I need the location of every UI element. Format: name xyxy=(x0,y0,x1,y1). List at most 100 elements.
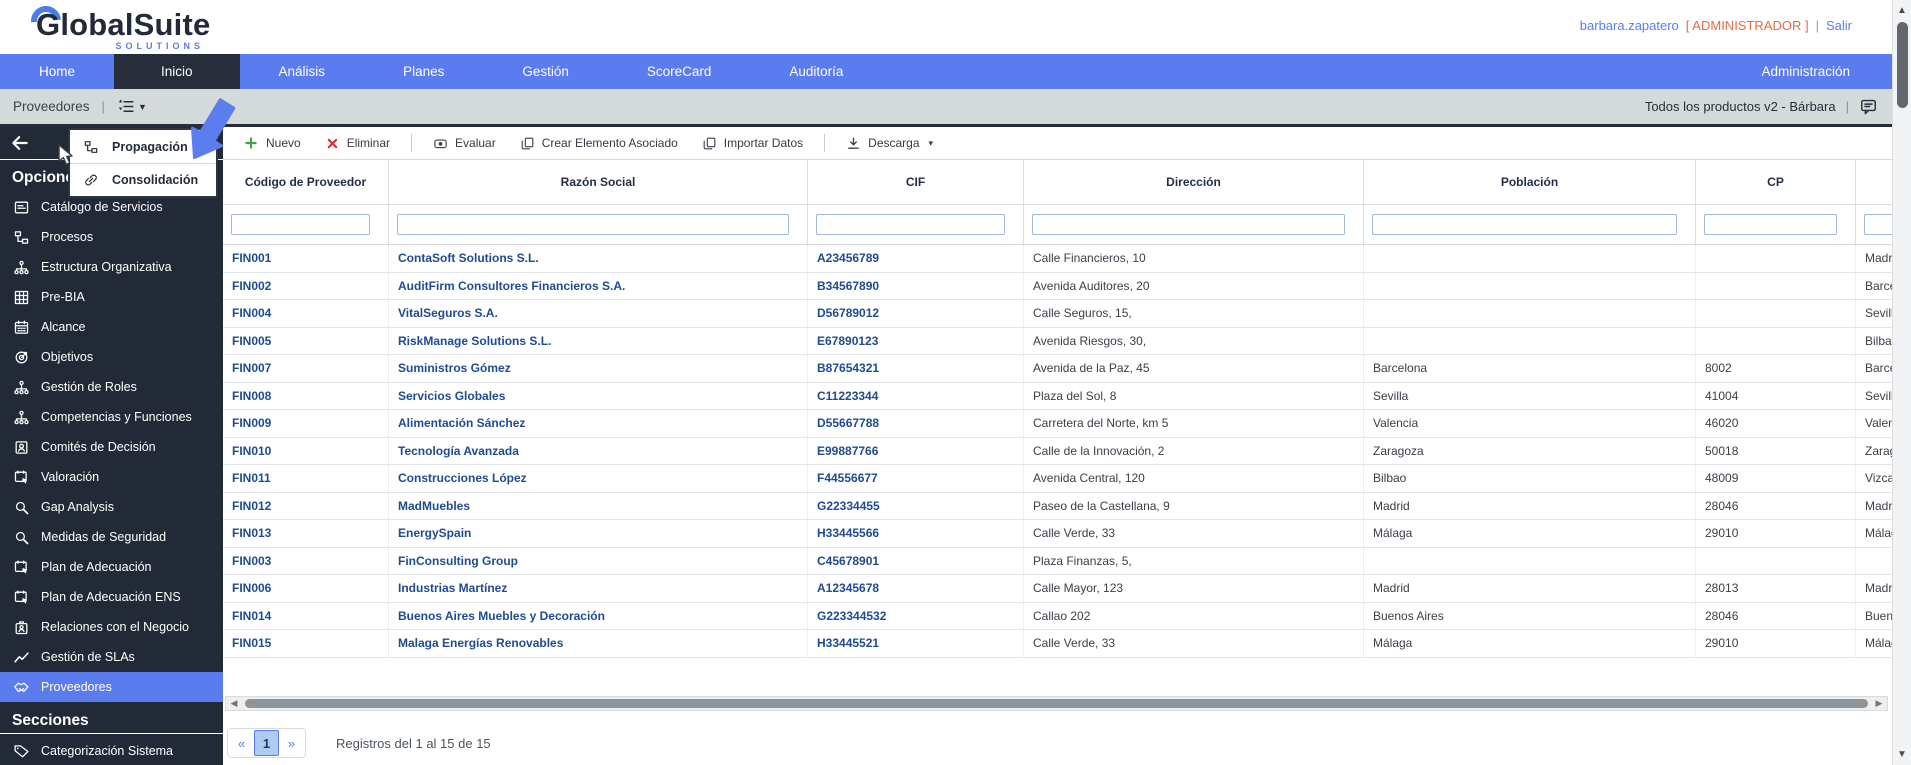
pagination-page-1-button[interactable]: 1 xyxy=(254,730,279,756)
cell-cif[interactable]: A23456789 xyxy=(808,245,1024,272)
table-row[interactable]: FIN013 EnergySpain H33445566 Calle Verde, 3… xyxy=(223,520,1892,548)
sidebar-item-comites-de-decision[interactable]: Comités de Decisión xyxy=(0,432,223,462)
menu-item-consolidacion[interactable]: Consolidación xyxy=(70,163,216,196)
sidebar-item-relaciones-con-el-negocio[interactable]: Relaciones con el Negocio xyxy=(0,612,223,642)
cell-razon-social[interactable]: RiskManage Solutions S.L. xyxy=(389,327,808,354)
sidebar-item-competencias-y-funciones[interactable]: Competencias y Funciones xyxy=(0,402,223,432)
cell-razon-social[interactable]: Alimentación Sánchez xyxy=(389,410,808,437)
cell-codigo-de-proveedor[interactable]: FIN009 xyxy=(223,410,389,437)
toolbar-eliminar-button[interactable]: Eliminar xyxy=(315,136,400,151)
cell-codigo-de-proveedor[interactable]: FIN011 xyxy=(223,465,389,492)
cell-razon-social[interactable]: ContaSoft Solutions S.L. xyxy=(389,245,808,272)
cell-cif[interactable]: F44556677 xyxy=(808,465,1024,492)
nav-item-planes[interactable]: Planes xyxy=(364,54,483,89)
sidebar-item-alcance[interactable]: Alcance xyxy=(0,312,223,342)
filter-input-direccion[interactable] xyxy=(1032,214,1345,235)
nav-item-analisis[interactable]: Análisis xyxy=(240,54,365,89)
cell-razon-social[interactable]: Buenos Aires Muebles y Decoración xyxy=(389,602,808,629)
vertical-scrollbar[interactable]: ▲ ▼ xyxy=(1892,0,1911,765)
sidebar-item-gestion-de-slas[interactable]: Gestión de SLAs xyxy=(0,642,223,672)
nav-item-administracion[interactable]: Administración xyxy=(1719,54,1892,89)
sidebar-item-gap-analysis[interactable]: Gap Analysis xyxy=(0,492,223,522)
table-row[interactable]: FIN002 AuditFirm Consultores Financieros … xyxy=(223,272,1892,300)
sidebar-item-gestion-de-roles[interactable]: Gestión de Roles xyxy=(0,372,223,402)
app-logo[interactable]: GlobalSuite SOLUTIONS xyxy=(24,0,210,51)
cell-cif[interactable]: C11223344 xyxy=(808,382,1024,409)
cell-cif[interactable]: C45678901 xyxy=(808,547,1024,574)
toolbar-evaluar-button[interactable]: Evaluar xyxy=(423,136,506,151)
vertical-scroll-thumb[interactable] xyxy=(1897,22,1908,108)
sidebar-item-proveedores[interactable]: Proveedores xyxy=(0,672,223,702)
table-row[interactable]: FIN005 RiskManage Solutions S.L. E67890123… xyxy=(223,327,1892,355)
table-row[interactable]: FIN010 Tecnología Avanzada E99887766 Calle … xyxy=(223,437,1892,465)
cell-cif[interactable]: H33445566 xyxy=(808,520,1024,547)
table-row[interactable]: FIN008 Servicios Globales C11223344 Plaza d… xyxy=(223,382,1892,410)
table-row[interactable]: FIN004 VitalSeguros S.A. D56789012 Calle Se… xyxy=(223,300,1892,328)
cell-codigo-de-proveedor[interactable]: FIN004 xyxy=(223,300,389,327)
list-options-caret-icon[interactable]: ▼ xyxy=(138,102,147,112)
cell-codigo-de-proveedor[interactable]: FIN001 xyxy=(223,245,389,272)
column-header-clipped[interactable] xyxy=(1856,160,1892,204)
table-row[interactable]: FIN007 Suministros Gómez B87654321 Avenida … xyxy=(223,355,1892,383)
toolbar-crear-elemento-asociado-button[interactable]: Crear Elemento Asociado xyxy=(510,136,688,151)
nav-item-auditoria[interactable]: Auditoría xyxy=(750,54,882,89)
cell-cif[interactable]: B87654321 xyxy=(808,355,1024,382)
cell-razon-social[interactable]: MadMuebles xyxy=(389,492,808,519)
nav-item-gestion[interactable]: Gestión xyxy=(483,54,608,89)
filter-input-cp[interactable] xyxy=(1704,214,1837,235)
cell-cif[interactable]: D56789012 xyxy=(808,300,1024,327)
cell-codigo-de-proveedor[interactable]: FIN006 xyxy=(223,575,389,602)
table-row[interactable]: FIN015 Malaga Energías Renovables H3344552… xyxy=(223,630,1892,658)
filter-input-codigo-de-proveedor[interactable] xyxy=(231,214,370,235)
cell-codigo-de-proveedor[interactable]: FIN008 xyxy=(223,382,389,409)
account-username[interactable]: barbara.zapatero xyxy=(1580,18,1679,33)
back-arrow-icon[interactable] xyxy=(10,133,30,153)
pagination-prev-button[interactable]: « xyxy=(229,730,254,756)
filter-input-clipped[interactable] xyxy=(1864,214,1892,235)
column-header-cif[interactable]: CIF xyxy=(808,160,1024,204)
cell-cif[interactable]: A12345678 xyxy=(808,575,1024,602)
column-header-poblacion[interactable]: Población xyxy=(1364,160,1696,204)
sidebar-item-plan-de-adecuacion-ens[interactable]: Plan de Adecuación ENS xyxy=(0,582,223,612)
cell-razon-social[interactable]: Construcciones López xyxy=(389,465,808,492)
cell-codigo-de-proveedor[interactable]: FIN002 xyxy=(223,272,389,299)
cell-razon-social[interactable]: Tecnología Avanzada xyxy=(389,437,808,464)
scroll-up-icon[interactable]: ▲ xyxy=(1893,5,1911,16)
cell-razon-social[interactable]: Suministros Gómez xyxy=(389,355,808,382)
cell-codigo-de-proveedor[interactable]: FIN014 xyxy=(223,602,389,629)
toolbar-importar-datos-button[interactable]: Importar Datos xyxy=(692,136,813,151)
cell-razon-social[interactable]: VitalSeguros S.A. xyxy=(389,300,808,327)
toolbar-nuevo-button[interactable]: Nuevo xyxy=(233,135,311,151)
sidebar-item-categorizacion-sistema[interactable]: Categorización Sistema xyxy=(0,736,223,765)
cell-cif[interactable]: E67890123 xyxy=(808,327,1024,354)
table-row[interactable]: FIN001 ContaSoft Solutions S.L. A23456789 C… xyxy=(223,245,1892,273)
cell-cif[interactable]: B34567890 xyxy=(808,272,1024,299)
scroll-left-icon[interactable]: ◀ xyxy=(226,698,242,709)
sidebar-item-procesos[interactable]: Procesos xyxy=(0,222,223,252)
sidebar-item-plan-de-adecuacion[interactable]: Plan de Adecuación xyxy=(0,552,223,582)
logout-link[interactable]: Salir xyxy=(1826,18,1852,33)
cell-razon-social[interactable]: Malaga Energías Renovables xyxy=(389,630,808,657)
sidebar-item-pre-bia[interactable]: Pre-BIA xyxy=(0,282,223,312)
cell-cif[interactable]: G22334455 xyxy=(808,492,1024,519)
column-header-cp[interactable]: CP xyxy=(1696,160,1856,204)
cell-codigo-de-proveedor[interactable]: FIN003 xyxy=(223,547,389,574)
scroll-down-icon[interactable]: ▼ xyxy=(1893,749,1911,760)
sidebar-item-valoracion[interactable]: Valoración xyxy=(0,462,223,492)
toolbar-descarga-button[interactable]: Descarga ▾ xyxy=(836,136,943,151)
cell-razon-social[interactable]: EnergySpain xyxy=(389,520,808,547)
nav-item-scorecard[interactable]: ScoreCard xyxy=(608,54,751,89)
column-header-codigo-de-proveedor[interactable]: Código de Proveedor xyxy=(223,160,389,204)
column-header-direccion[interactable]: Dirección xyxy=(1024,160,1364,204)
filter-input-poblacion[interactable] xyxy=(1372,214,1677,235)
column-header-razon-social[interactable]: Razón Social xyxy=(389,160,808,204)
cell-cif[interactable]: H33445521 xyxy=(808,630,1024,657)
table-row[interactable]: FIN011 Construcciones López F44556677 Aveni… xyxy=(223,465,1892,493)
sidebar-item-estructura-organizativa[interactable]: Estructura Organizativa xyxy=(0,252,223,282)
pagination-next-button[interactable]: » xyxy=(279,730,304,756)
cell-razon-social[interactable]: FinConsulting Group xyxy=(389,547,808,574)
cell-codigo-de-proveedor[interactable]: FIN015 xyxy=(223,630,389,657)
table-row[interactable]: FIN006 Industrias Martínez A12345678 Calle … xyxy=(223,575,1892,603)
horizontal-scrollbar[interactable]: ◀ ▶ xyxy=(225,696,1888,711)
nav-item-home[interactable]: Home xyxy=(0,54,114,89)
